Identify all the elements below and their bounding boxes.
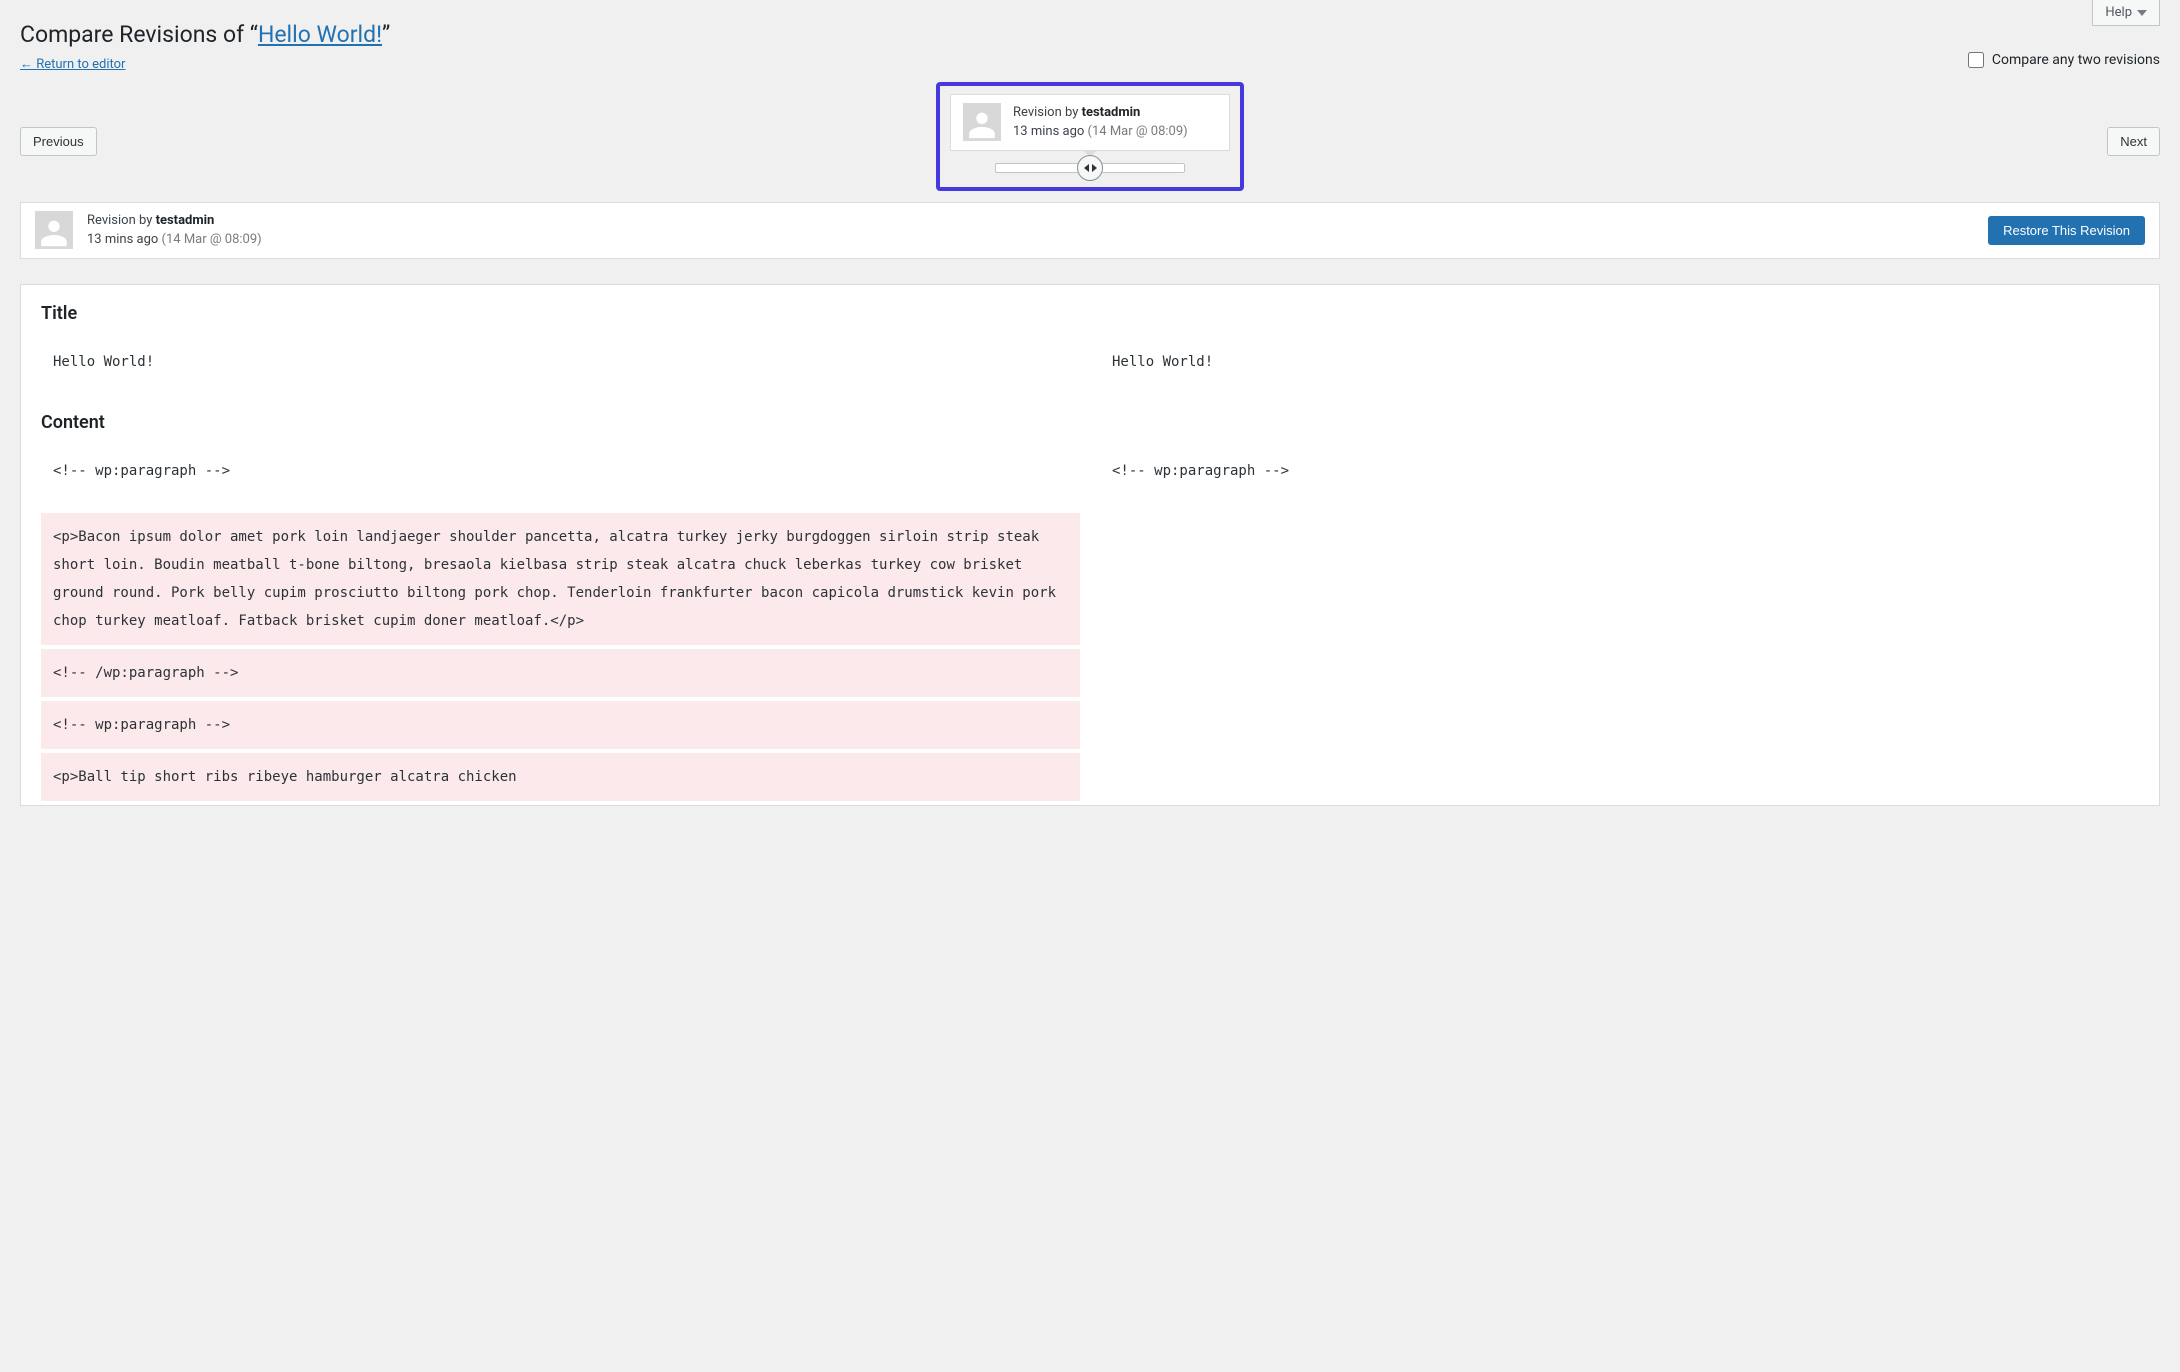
tooltip-ago: 13 mins ago: [1013, 124, 1084, 139]
meta-ago: 13 mins ago: [87, 232, 158, 247]
tooltip-by-label: Revision by: [1013, 105, 1082, 120]
compare-two-toggle[interactable]: Compare any two revisions: [1968, 52, 2160, 68]
diff-title-heading: Title: [41, 303, 2139, 324]
tooltip-text: Revision by testadmin 13 mins ago (14 Ma…: [1013, 103, 1188, 142]
diff-content-heading: Content: [41, 412, 2139, 433]
revision-timeline: Compare any two revisions Previous Revis…: [20, 82, 2160, 202]
revision-meta-bar: Revision by testadmin 13 mins ago (14 Ma…: [20, 202, 2160, 259]
chevron-right-icon: [1091, 164, 1097, 172]
meta-author: testadmin: [156, 213, 215, 228]
revision-meta-text: Revision by testadmin 13 mins ago (14 Ma…: [87, 211, 262, 250]
compare-two-label: Compare any two revisions: [1992, 52, 2160, 68]
previous-button[interactable]: Previous: [20, 127, 97, 156]
tooltip-datetime: (14 Mar @ 08:09): [1088, 124, 1188, 139]
avatar: [963, 103, 1001, 141]
diff-line-left: <p>Bacon ipsum dolor amet pork loin land…: [41, 513, 1080, 645]
revision-tooltip-highlight: Revision by testadmin 13 mins ago (14 Ma…: [936, 82, 1244, 191]
post-title-link[interactable]: Hello World!: [258, 21, 382, 48]
person-icon: [965, 107, 999, 141]
diff-title-left: Hello World!: [41, 338, 1080, 386]
next-button[interactable]: Next: [2107, 127, 2160, 156]
chevron-left-icon: [1084, 164, 1090, 172]
diff-line-left: <!-- wp:paragraph -->: [41, 701, 1080, 749]
compare-two-checkbox[interactable]: [1968, 52, 1984, 68]
revision-tooltip: Revision by testadmin 13 mins ago (14 Ma…: [950, 94, 1230, 151]
diff-line-left: <!-- wp:paragraph -->: [41, 447, 1080, 495]
diff-line-right: <!-- wp:paragraph -->: [1100, 447, 2139, 495]
help-tab[interactable]: Help: [2092, 0, 2160, 26]
page-title: Compare Revisions of “Hello World!”: [20, 0, 2160, 50]
help-label: Help: [2105, 5, 2132, 20]
diff-title-right: Hello World!: [1100, 338, 2139, 386]
diff-line-left: <!-- /wp:paragraph -->: [41, 649, 1080, 697]
dropdown-icon: [2137, 8, 2147, 18]
diff-line-left: <p>Ball tip short ribs ribeye hamburger …: [41, 753, 1080, 801]
return-to-editor-link[interactable]: ← Return to editor: [20, 57, 125, 72]
title-suffix: ”: [382, 21, 390, 48]
slider-handle[interactable]: [1077, 155, 1103, 181]
restore-revision-button[interactable]: Restore This Revision: [1988, 216, 2145, 245]
avatar: [35, 211, 73, 249]
diff-panel: Title Hello World! Hello World! Content …: [20, 284, 2160, 806]
title-prefix: Compare Revisions of “: [20, 21, 258, 48]
meta-by-label: Revision by: [87, 213, 156, 228]
person-icon: [37, 215, 71, 249]
meta-datetime: (14 Mar @ 08:09): [162, 232, 262, 247]
tooltip-author: testadmin: [1082, 105, 1141, 120]
revision-slider[interactable]: [995, 163, 1185, 173]
